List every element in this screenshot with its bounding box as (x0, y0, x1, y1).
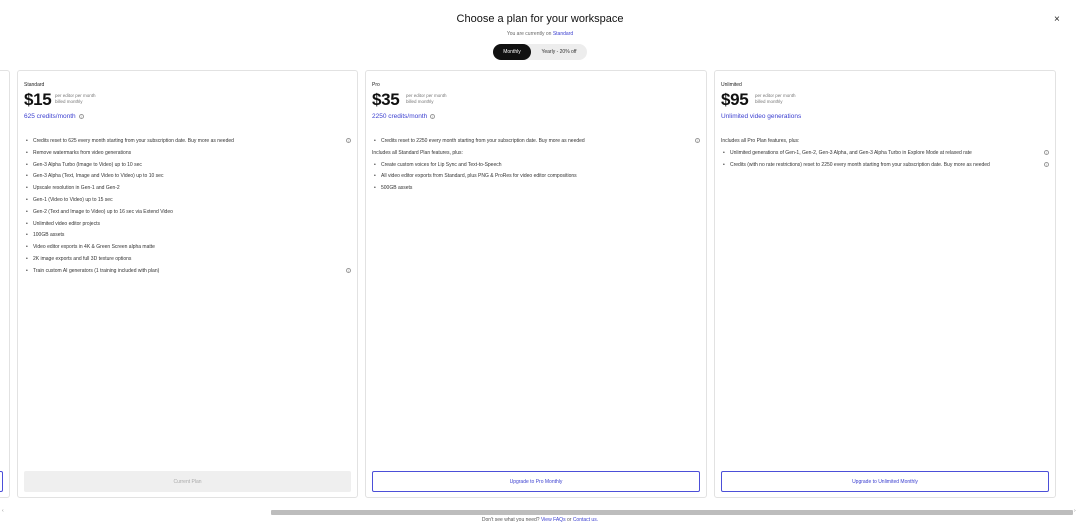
feature-item: Upscale resolution in Gen-1 and Gen-2 (24, 184, 351, 196)
plan-name: Unlimited (721, 82, 742, 88)
price-note: per editor per month billed monthly (55, 93, 96, 105)
feature-item: 100GB assets (24, 231, 351, 243)
info-icon[interactable]: i (430, 114, 436, 119)
footer-or: or (566, 517, 572, 523)
previous-plan-button[interactable] (0, 471, 3, 492)
plan-name: Standard (24, 82, 45, 88)
close-icon[interactable]: × (1054, 14, 1060, 26)
feature-item: 500GB assets (372, 184, 700, 196)
feature-item: Create custom voices for Lip Sync and Te… (372, 161, 700, 173)
feature-item: Train custom AI generators (1 training i… (24, 267, 351, 279)
feature-item: Video editor exports in 4K & Green Scree… (24, 243, 351, 255)
feature-item: Credits reset to 625 every month startin… (24, 137, 351, 149)
feature-item: Credits (with no rate restrictions) rese… (721, 161, 1049, 173)
current-plan-button: Current Plan (24, 471, 351, 492)
current-plan-prefix: You are currently on (506, 31, 552, 37)
current-plan-link[interactable]: Standard (553, 31, 573, 37)
credits-label: 2250 credits/month (372, 113, 428, 120)
feature-item: Gen-3 Alpha (Text, Image and Video to Vi… (24, 172, 351, 184)
plan-price: $95 (721, 90, 749, 109)
feature-item: Credits reset to 2250 every month starti… (372, 137, 700, 149)
feature-item: Gen-2 (Text and Image to Video) up to 16… (24, 208, 351, 220)
price-note-line2: billed monthly (755, 99, 783, 104)
feature-item: Gen-3 Alpha Turbo (Image to Video) up to… (24, 161, 351, 173)
credits-label: Unlimited video generations (721, 113, 802, 120)
plan-price: $35 (372, 90, 400, 109)
info-icon[interactable]: i (346, 267, 351, 273)
info-icon[interactable]: i (1044, 161, 1049, 167)
feature-heading: Includes all Pro Plan features, plus: (721, 138, 800, 144)
feature-item: Gen-1 (Video to Video) up to 15 sec (24, 196, 351, 208)
modal-header: Choose a plan for your workspace × You a… (0, 0, 1080, 70)
footer-help: Don't see what you need? View FAQs or Co… (0, 517, 1080, 523)
feature-item: Unlimited generations of Gen-1, Gen-2, G… (721, 149, 1049, 161)
horizontal-scrollbar[interactable] (271, 510, 1073, 515)
plan-credits: Unlimited video generations (721, 113, 801, 120)
info-icon[interactable]: i (1044, 149, 1049, 155)
upgrade-unlimited-button[interactable]: Upgrade to Unlimited Monthly (721, 471, 1049, 492)
price-note: per editor per month billed monthly (755, 93, 796, 105)
price-note-line2: billed monthly (406, 99, 434, 104)
feature-item: 2K image exports and full 3D texture opt… (24, 255, 351, 267)
billing-toggle[interactable]: Monthly Yearly - 20% off (493, 44, 587, 60)
upgrade-pro-button[interactable]: Upgrade to Pro Monthly (372, 471, 700, 492)
info-icon[interactable]: i (346, 138, 351, 143)
plan-card-pro: Pro $35 per editor per month billed mont… (365, 70, 707, 498)
plan-name: Pro (372, 82, 380, 88)
plan-credits: 2250 credits/month i (372, 113, 436, 120)
contact-link[interactable]: Contact us. (573, 517, 598, 523)
feature-list: Credits reset to 2250 every month starti… (372, 137, 700, 196)
feature-item: Remove watermarks from video generations (24, 149, 351, 161)
footer-prefix: Don't see what you need? (481, 517, 540, 523)
toggle-monthly[interactable]: Monthly (493, 44, 531, 60)
scroll-right-arrow-icon[interactable]: › (1074, 508, 1076, 514)
feature-item: Unlimited video editor projects (24, 220, 351, 232)
feature-list: Credits reset to 625 every month startin… (24, 137, 351, 279)
plan-card-standard: Standard $15 per editor per month billed… (17, 70, 358, 498)
toggle-yearly[interactable]: Yearly - 20% off (531, 44, 587, 60)
page-title: Choose a plan for your workspace (456, 13, 624, 25)
feature-heading: Includes all Standard Plan features, plu… (372, 149, 463, 156)
plan-credits: 625 credits/month i (24, 113, 84, 120)
feature-list: Includes all Pro Plan features, plus: Un… (721, 137, 1049, 172)
info-icon[interactable]: i (78, 114, 84, 119)
faq-link[interactable]: View FAQs (541, 517, 566, 523)
info-icon[interactable]: i (695, 138, 700, 143)
previous-plan-card (0, 70, 10, 498)
plan-price: $15 (24, 90, 52, 109)
current-plan-note: You are currently on Standard (0, 31, 1080, 37)
scroll-left-arrow-icon[interactable]: ‹ (2, 508, 4, 514)
credits-label: 625 credits/month (24, 113, 76, 120)
feature-item: All video editor exports from Standard, … (372, 172, 700, 184)
price-note-line2: billed monthly (55, 99, 83, 104)
price-note: per editor per month billed monthly (406, 93, 447, 105)
plan-card-unlimited: Unlimited $95 per editor per month bille… (714, 70, 1056, 498)
